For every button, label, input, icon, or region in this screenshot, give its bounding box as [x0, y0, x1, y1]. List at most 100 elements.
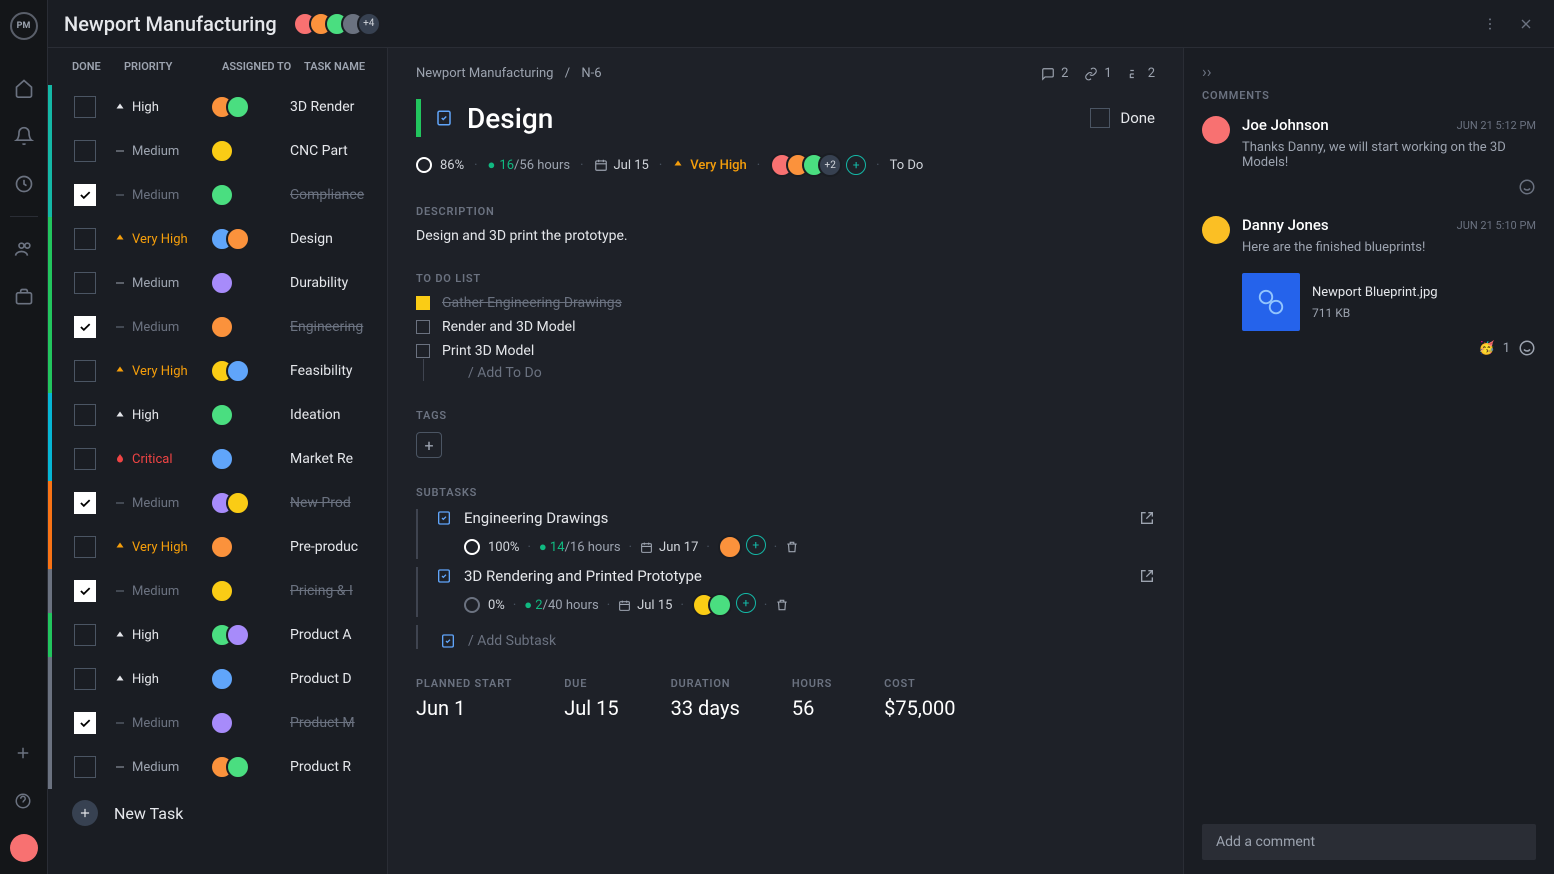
done-toggle[interactable]: Done: [1090, 108, 1155, 128]
add-assignee-button[interactable]: +: [736, 593, 756, 613]
attachment[interactable]: Newport Blueprint.jpg 711 KB: [1242, 273, 1536, 331]
task-priority[interactable]: Medium: [114, 276, 210, 291]
done-checkbox[interactable]: [74, 316, 96, 338]
breadcrumb-id[interactable]: N-6: [581, 66, 601, 81]
task-assigned[interactable]: [210, 491, 290, 515]
meta-hours[interactable]: ●16/56 hours: [488, 157, 571, 173]
meta-progress[interactable]: 86%: [416, 157, 464, 173]
task-priority[interactable]: Very High: [114, 540, 210, 555]
task-assigned[interactable]: [210, 535, 290, 559]
done-checkbox[interactable]: [74, 228, 96, 250]
subtask-hours[interactable]: ● 14/16 hours: [539, 539, 621, 555]
done-checkbox[interactable]: [74, 272, 96, 294]
task-row[interactable]: Medium Pricing & I: [48, 569, 387, 613]
done-checkbox[interactable]: [74, 492, 96, 514]
stat-subtasks[interactable]: 2: [1128, 66, 1155, 81]
task-row[interactable]: Very High Pre-produc: [48, 525, 387, 569]
planning-item[interactable]: COST $75,000: [884, 677, 955, 720]
subtask-title[interactable]: 3D Rendering and Printed Prototype: [464, 567, 702, 585]
task-priority[interactable]: Medium: [114, 188, 210, 203]
task-assigned[interactable]: [210, 623, 290, 647]
task-row[interactable]: High Product A: [48, 613, 387, 657]
breadcrumb[interactable]: Newport Manufacturing / N-6: [416, 66, 602, 81]
task-assigned[interactable]: [210, 667, 290, 691]
done-checkbox[interactable]: [74, 580, 96, 602]
meta-assigned[interactable]: +2 +: [770, 153, 866, 177]
done-checkbox[interactable]: [74, 624, 96, 646]
task-row[interactable]: High Product D: [48, 657, 387, 701]
task-assigned[interactable]: [210, 755, 290, 779]
done-checkbox[interactable]: [74, 668, 96, 690]
task-row[interactable]: Medium New Prod: [48, 481, 387, 525]
delete-icon[interactable]: [785, 540, 799, 554]
task-priority[interactable]: Very High: [114, 232, 210, 247]
col-name[interactable]: TASK NAME: [304, 60, 371, 73]
task-priority[interactable]: Medium: [114, 320, 210, 335]
done-checkbox[interactable]: [74, 96, 96, 118]
task-priority[interactable]: Medium: [114, 716, 210, 731]
task-assigned[interactable]: [210, 183, 290, 207]
new-task-button[interactable]: New Task: [48, 789, 387, 837]
task-assigned[interactable]: [210, 711, 290, 735]
open-subtask-icon[interactable]: [1139, 510, 1155, 526]
subtask-due[interactable]: Jun 17: [640, 540, 698, 555]
task-assigned[interactable]: [210, 227, 290, 251]
done-checkbox[interactable]: [74, 448, 96, 470]
subtask-progress[interactable]: 100%: [488, 540, 519, 555]
plus-icon[interactable]: [14, 744, 34, 764]
todo-item[interactable]: Print 3D Model: [416, 343, 1155, 359]
people-icon[interactable]: [14, 239, 34, 259]
add-reaction-button[interactable]: [1518, 178, 1536, 196]
task-assigned[interactable]: [210, 579, 290, 603]
done-checkbox[interactable]: [74, 140, 96, 162]
user-avatar[interactable]: [10, 834, 38, 862]
clock-icon[interactable]: [14, 174, 34, 194]
more-icon[interactable]: [1478, 12, 1502, 36]
app-logo[interactable]: PM: [10, 12, 38, 40]
bell-icon[interactable]: [14, 126, 34, 146]
home-icon[interactable]: [14, 78, 34, 98]
task-priority[interactable]: Medium: [114, 760, 210, 775]
open-subtask-icon[interactable]: [1139, 568, 1155, 584]
task-priority[interactable]: Medium: [114, 496, 210, 511]
add-todo-input[interactable]: / Add To Do: [468, 365, 542, 381]
task-row[interactable]: Very High Design: [48, 217, 387, 261]
task-assigned[interactable]: [210, 359, 290, 383]
done-checkbox[interactable]: [74, 404, 96, 426]
meta-status[interactable]: To Do: [890, 158, 924, 173]
task-row[interactable]: Medium Durability: [48, 261, 387, 305]
todo-checkbox[interactable]: [416, 296, 430, 310]
subtask-assigned[interactable]: +: [718, 535, 766, 559]
delete-icon[interactable]: [775, 598, 789, 612]
subtask-hours[interactable]: ● 2/40 hours: [524, 597, 598, 613]
task-row[interactable]: Very High Feasibility: [48, 349, 387, 393]
task-assigned[interactable]: [210, 139, 290, 163]
help-icon[interactable]: [14, 792, 34, 812]
add-subtask-input[interactable]: / Add Subtask: [436, 633, 1155, 649]
task-row[interactable]: Medium Product M: [48, 701, 387, 745]
planning-item[interactable]: DURATION 33 days: [671, 677, 740, 720]
subtask-due[interactable]: Jul 15: [618, 598, 672, 613]
done-checkbox[interactable]: [74, 756, 96, 778]
task-priority[interactable]: Medium: [114, 584, 210, 599]
planning-item[interactable]: PLANNED START Jun 1: [416, 677, 512, 720]
done-checkbox[interactable]: [74, 360, 96, 382]
todo-checkbox[interactable]: [416, 344, 430, 358]
task-priority[interactable]: Very High: [114, 364, 210, 379]
add-assignee-button[interactable]: +: [846, 155, 866, 175]
add-comment-input[interactable]: Add a comment: [1202, 824, 1536, 860]
done-checkbox[interactable]: [74, 184, 96, 206]
task-row[interactable]: Medium Compliance: [48, 173, 387, 217]
meta-due-date[interactable]: Jul 15: [594, 158, 649, 173]
task-assigned[interactable]: [210, 315, 290, 339]
task-priority[interactable]: Medium: [114, 144, 210, 159]
add-tag-button[interactable]: +: [416, 432, 442, 458]
close-icon[interactable]: [1514, 12, 1538, 36]
task-priority[interactable]: High: [114, 672, 210, 687]
done-checkbox[interactable]: [74, 536, 96, 558]
add-reaction-button[interactable]: [1518, 339, 1536, 357]
todo-item[interactable]: Render and 3D Model: [416, 319, 1155, 335]
briefcase-icon[interactable]: [14, 287, 34, 307]
task-description[interactable]: Design and 3D print the prototype.: [416, 228, 1155, 244]
task-assigned[interactable]: [210, 95, 290, 119]
